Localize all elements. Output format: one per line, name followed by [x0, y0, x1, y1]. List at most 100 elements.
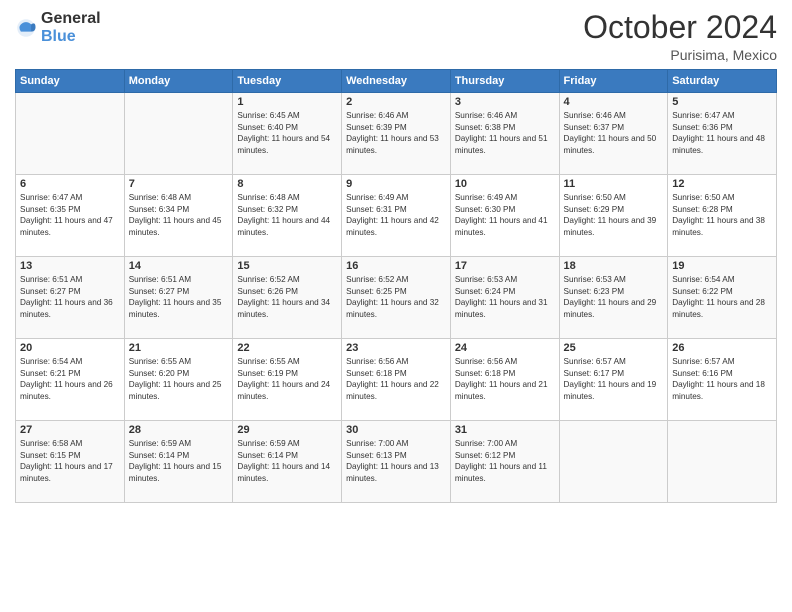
calendar-cell: 21 Sunrise: 6:55 AMSunset: 6:20 PMDayligh… — [124, 339, 233, 421]
calendar-cell — [16, 93, 125, 175]
day-number: 26 — [672, 342, 772, 354]
calendar-cell: 20 Sunrise: 6:54 AMSunset: 6:21 PMDayligh… — [16, 339, 125, 421]
calendar-cell — [559, 421, 668, 503]
calendar-cell — [124, 93, 233, 175]
cell-info: Sunrise: 6:50 AMSunset: 6:29 PMDaylight:… — [564, 192, 664, 238]
calendar-week-row: 20 Sunrise: 6:54 AMSunset: 6:21 PMDayligh… — [16, 339, 777, 421]
cell-info: Sunrise: 6:51 AMSunset: 6:27 PMDaylight:… — [20, 274, 120, 320]
calendar-week-row: 1 Sunrise: 6:45 AMSunset: 6:40 PMDaylight… — [16, 93, 777, 175]
calendar-cell: 26Sunrise: 6:57 AMSunset: 6:16 PMDayligh… — [668, 339, 777, 421]
calendar-cell: 29 Sunrise: 6:59 AMSunset: 6:14 PMDayligh… — [233, 421, 342, 503]
calendar-cell: 15 Sunrise: 6:52 AMSunset: 6:26 PMDayligh… — [233, 257, 342, 339]
day-number: 21 — [129, 342, 229, 354]
cell-info: Sunrise: 6:48 AMSunset: 6:32 PMDaylight:… — [237, 192, 337, 238]
calendar-cell: 5Sunrise: 6:47 AMSunset: 6:36 PMDaylight… — [668, 93, 777, 175]
month-title: October 2024 — [583, 10, 777, 45]
day-number: 30 — [346, 424, 446, 436]
cell-info: Sunrise: 6:49 AMSunset: 6:31 PMDaylight:… — [346, 192, 446, 238]
day-number: 29 — [237, 424, 337, 436]
cell-info: Sunrise: 6:57 AMSunset: 6:17 PMDaylight:… — [564, 356, 664, 402]
weekday-header-monday: Monday — [124, 70, 233, 93]
calendar-week-row: 27 Sunrise: 6:58 AMSunset: 6:15 PMDayligh… — [16, 421, 777, 503]
calendar-cell: 9 Sunrise: 6:49 AMSunset: 6:31 PMDaylight… — [342, 175, 451, 257]
day-number: 22 — [237, 342, 337, 354]
cell-info: Sunrise: 6:47 AMSunset: 6:36 PMDaylight:… — [672, 110, 772, 156]
day-number: 19 — [672, 260, 772, 272]
calendar-cell: 7Sunrise: 6:48 AMSunset: 6:34 PMDaylight… — [124, 175, 233, 257]
calendar-week-row: 6 Sunrise: 6:47 AMSunset: 6:35 PMDaylight… — [16, 175, 777, 257]
cell-info: Sunrise: 6:56 AMSunset: 6:18 PMDaylight:… — [455, 356, 555, 402]
logo: General Blue — [15, 10, 101, 45]
day-number: 11 — [564, 178, 664, 190]
logo-icon — [15, 17, 37, 39]
calendar-cell: 23 Sunrise: 6:56 AMSunset: 6:18 PMDayligh… — [342, 339, 451, 421]
day-number: 8 — [237, 178, 337, 190]
day-number: 20 — [20, 342, 120, 354]
day-number: 31 — [455, 424, 555, 436]
calendar-cell: 31 Sunrise: 7:00 AMSunset: 6:12 PMDayligh… — [450, 421, 559, 503]
day-number: 15 — [237, 260, 337, 272]
calendar-cell: 10 Sunrise: 6:49 AMSunset: 6:30 PMDayligh… — [450, 175, 559, 257]
cell-info: Sunrise: 6:53 AMSunset: 6:23 PMDaylight:… — [564, 274, 664, 320]
day-number: 25 — [564, 342, 664, 354]
day-number: 27 — [20, 424, 120, 436]
day-number: 9 — [346, 178, 446, 190]
day-number: 3 — [455, 96, 555, 108]
cell-info: Sunrise: 6:45 AMSunset: 6:40 PMDaylight:… — [237, 110, 337, 156]
calendar-cell: 8 Sunrise: 6:48 AMSunset: 6:32 PMDaylight… — [233, 175, 342, 257]
day-number: 7 — [129, 178, 229, 190]
cell-info: Sunrise: 6:46 AMSunset: 6:38 PMDaylight:… — [455, 110, 555, 156]
calendar-cell: 11 Sunrise: 6:50 AMSunset: 6:29 PMDayligh… — [559, 175, 668, 257]
day-number: 23 — [346, 342, 446, 354]
calendar-cell: 12 Sunrise: 6:50 AMSunset: 6:28 PMDayligh… — [668, 175, 777, 257]
calendar-cell: 1 Sunrise: 6:45 AMSunset: 6:40 PMDaylight… — [233, 93, 342, 175]
weekday-header-wednesday: Wednesday — [342, 70, 451, 93]
calendar-cell — [668, 421, 777, 503]
calendar-cell: 4Sunrise: 6:46 AMSunset: 6:37 PMDaylight… — [559, 93, 668, 175]
cell-info: Sunrise: 6:47 AMSunset: 6:35 PMDaylight:… — [20, 192, 120, 238]
day-number: 14 — [129, 260, 229, 272]
cell-info: Sunrise: 6:58 AMSunset: 6:15 PMDaylight:… — [20, 438, 120, 484]
calendar-cell: 19 Sunrise: 6:54 AMSunset: 6:22 PMDayligh… — [668, 257, 777, 339]
calendar-cell: 28 Sunrise: 6:59 AMSunset: 6:14 PMDayligh… — [124, 421, 233, 503]
calendar-cell: 17Sunrise: 6:53 AMSunset: 6:24 PMDayligh… — [450, 257, 559, 339]
calendar-cell: 27 Sunrise: 6:58 AMSunset: 6:15 PMDayligh… — [16, 421, 125, 503]
day-number: 16 — [346, 260, 446, 272]
cell-info: Sunrise: 6:59 AMSunset: 6:14 PMDaylight:… — [129, 438, 229, 484]
day-number: 18 — [564, 260, 664, 272]
calendar-cell: 16Sunrise: 6:52 AMSunset: 6:25 PMDayligh… — [342, 257, 451, 339]
title-block: October 2024 Purisima, Mexico — [583, 10, 777, 63]
calendar-week-row: 13 Sunrise: 6:51 AMSunset: 6:27 PMDayligh… — [16, 257, 777, 339]
day-number: 28 — [129, 424, 229, 436]
cell-info: Sunrise: 6:55 AMSunset: 6:20 PMDaylight:… — [129, 356, 229, 402]
calendar-cell: 22Sunrise: 6:55 AMSunset: 6:19 PMDayligh… — [233, 339, 342, 421]
logo-general: General — [41, 10, 101, 27]
cell-info: Sunrise: 6:51 AMSunset: 6:27 PMDaylight:… — [129, 274, 229, 320]
calendar-cell: 30Sunrise: 7:00 AMSunset: 6:13 PMDayligh… — [342, 421, 451, 503]
day-number: 1 — [237, 96, 337, 108]
calendar-page: General Blue October 2024 Purisima, Mexi… — [0, 0, 792, 612]
day-number: 10 — [455, 178, 555, 190]
cell-info: Sunrise: 6:49 AMSunset: 6:30 PMDaylight:… — [455, 192, 555, 238]
weekday-header-thursday: Thursday — [450, 70, 559, 93]
header: General Blue October 2024 Purisima, Mexi… — [15, 10, 777, 63]
day-number: 4 — [564, 96, 664, 108]
calendar-table: SundayMondayTuesdayWednesdayThursdayFrid… — [15, 69, 777, 503]
cell-info: Sunrise: 6:56 AMSunset: 6:18 PMDaylight:… — [346, 356, 446, 402]
day-number: 13 — [20, 260, 120, 272]
cell-info: Sunrise: 6:54 AMSunset: 6:22 PMDaylight:… — [672, 274, 772, 320]
day-number: 12 — [672, 178, 772, 190]
day-number: 6 — [20, 178, 120, 190]
day-number: 2 — [346, 96, 446, 108]
cell-info: Sunrise: 6:59 AMSunset: 6:14 PMDaylight:… — [237, 438, 337, 484]
cell-info: Sunrise: 7:00 AMSunset: 6:12 PMDaylight:… — [455, 438, 555, 484]
calendar-cell: 14 Sunrise: 6:51 AMSunset: 6:27 PMDayligh… — [124, 257, 233, 339]
calendar-cell: 24Sunrise: 6:56 AMSunset: 6:18 PMDayligh… — [450, 339, 559, 421]
calendar-cell: 13 Sunrise: 6:51 AMSunset: 6:27 PMDayligh… — [16, 257, 125, 339]
cell-info: Sunrise: 6:46 AMSunset: 6:39 PMDaylight:… — [346, 110, 446, 156]
weekday-header-tuesday: Tuesday — [233, 70, 342, 93]
cell-info: Sunrise: 6:52 AMSunset: 6:26 PMDaylight:… — [237, 274, 337, 320]
day-number: 17 — [455, 260, 555, 272]
cell-info: Sunrise: 6:54 AMSunset: 6:21 PMDaylight:… — [20, 356, 120, 402]
cell-info: Sunrise: 6:50 AMSunset: 6:28 PMDaylight:… — [672, 192, 772, 238]
